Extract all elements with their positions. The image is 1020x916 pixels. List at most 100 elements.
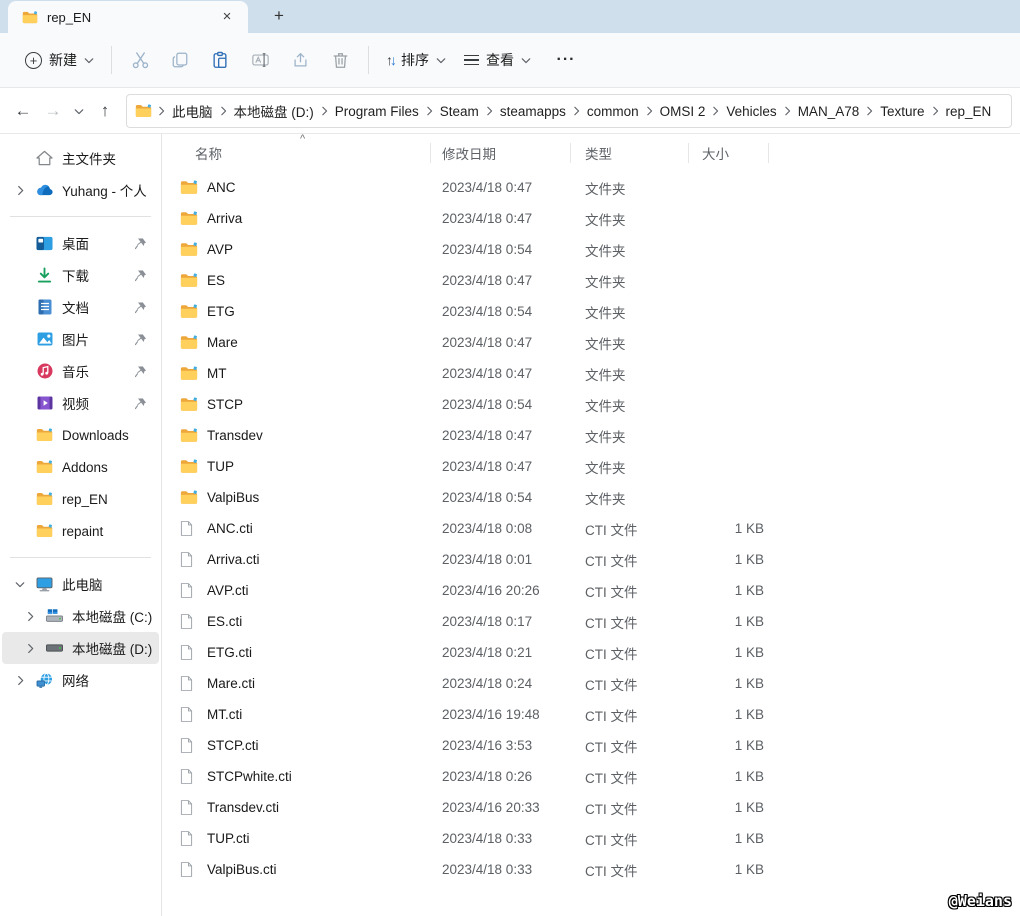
file-row[interactable]: AVP.cti 2023/4/16 20:26 CTI 文件 1 KB bbox=[162, 575, 1020, 606]
sidebar-item-label: Addons bbox=[62, 459, 108, 475]
breadcrumb-chevron-icon[interactable] bbox=[932, 106, 939, 116]
column-resizer[interactable] bbox=[688, 143, 689, 163]
file-row[interactable]: ETG.cti 2023/4/18 0:21 CTI 文件 1 KB bbox=[162, 637, 1020, 668]
sidebar-item-addons[interactable]: Addons bbox=[2, 451, 159, 483]
file-row[interactable]: TUP.cti 2023/4/18 0:33 CTI 文件 1 KB bbox=[162, 823, 1020, 854]
file-row[interactable]: MT 2023/4/18 0:47 文件夹 bbox=[162, 358, 1020, 389]
file-row[interactable]: STCP 2023/4/18 0:54 文件夹 bbox=[162, 389, 1020, 420]
file-row[interactable]: TUP 2023/4/18 0:47 文件夹 bbox=[162, 451, 1020, 482]
breadcrumb-item[interactable]: Program Files bbox=[330, 100, 424, 123]
breadcrumb-chevron-icon[interactable] bbox=[866, 106, 873, 116]
sidebar-item-home[interactable]: 主文件夹 bbox=[2, 142, 159, 174]
sidebar-item-desktop[interactable]: 桌面 bbox=[2, 227, 159, 259]
file-row[interactable]: ES 2023/4/18 0:47 文件夹 bbox=[162, 265, 1020, 296]
copy-button[interactable] bbox=[160, 42, 200, 78]
new-tab-button[interactable]: + bbox=[266, 4, 292, 30]
file-row[interactable]: Mare 2023/4/18 0:47 文件夹 bbox=[162, 327, 1020, 358]
sidebar-item-documents[interactable]: 文档 bbox=[2, 291, 159, 323]
new-button[interactable]: + 新建 bbox=[16, 42, 103, 78]
breadcrumb-chevron-icon[interactable] bbox=[158, 106, 165, 116]
file-row[interactable]: ES.cti 2023/4/18 0:17 CTI 文件 1 KB bbox=[162, 606, 1020, 637]
tab-close-icon[interactable]: × bbox=[216, 6, 238, 28]
up-button[interactable]: ↑ bbox=[90, 96, 120, 126]
breadcrumb-chevron-icon[interactable] bbox=[426, 106, 433, 116]
file-row[interactable]: ANC 2023/4/18 0:47 文件夹 bbox=[162, 172, 1020, 203]
file-row[interactable]: ValpiBus.cti 2023/4/18 0:33 CTI 文件 1 KB bbox=[162, 854, 1020, 885]
paste-button[interactable] bbox=[200, 42, 240, 78]
address-bar[interactable]: 此电脑 本地磁盘 (D:) Program Files Steam steamapps c… bbox=[126, 94, 1012, 128]
view-button[interactable]: 查看 bbox=[455, 42, 540, 78]
sidebar-item-downloads-quick[interactable]: 下载 bbox=[2, 259, 159, 291]
sidebar-item-rep-en[interactable]: rep_EN bbox=[2, 483, 159, 515]
file-row[interactable]: ValpiBus 2023/4/18 0:54 文件夹 bbox=[162, 482, 1020, 513]
more-options-button[interactable]: ··· bbox=[546, 42, 586, 78]
sidebar-item-network[interactable]: 网络 bbox=[2, 664, 159, 696]
rename-button[interactable] bbox=[240, 42, 280, 78]
address-folder-icon bbox=[135, 104, 152, 118]
file-row[interactable]: STCP.cti 2023/4/16 3:53 CTI 文件 1 KB bbox=[162, 730, 1020, 761]
expand-chevron-icon[interactable] bbox=[12, 185, 28, 196]
sort-button[interactable]: ↑↓ 排序 bbox=[377, 42, 455, 78]
sidebar-item-this-pc[interactable]: 此电脑 bbox=[2, 568, 159, 600]
column-header-type[interactable]: 类型 bbox=[570, 143, 688, 163]
navigation-bar: ← → ↑ 此电脑 本地磁盘 (D:) Program Files Steam stea… bbox=[0, 89, 1020, 134]
sidebar-item-drive-d[interactable]: 本地磁盘 (D:) bbox=[2, 632, 159, 664]
file-row[interactable]: STCPwhite.cti 2023/4/18 0:26 CTI 文件 1 KB bbox=[162, 761, 1020, 792]
file-row[interactable]: MT.cti 2023/4/16 19:48 CTI 文件 1 KB bbox=[162, 699, 1020, 730]
file-row[interactable]: Arriva 2023/4/18 0:47 文件夹 bbox=[162, 203, 1020, 234]
breadcrumb-item[interactable]: Steam bbox=[435, 100, 484, 123]
file-row[interactable]: ETG 2023/4/18 0:54 文件夹 bbox=[162, 296, 1020, 327]
breadcrumb-item[interactable]: OMSI 2 bbox=[655, 100, 711, 123]
breadcrumb-item[interactable]: rep_EN bbox=[941, 100, 997, 123]
file-icon bbox=[180, 862, 198, 878]
sidebar-item-onedrive[interactable]: Yuhang - 个人 bbox=[2, 174, 159, 206]
sidebar-item-downloads-folder[interactable]: Downloads bbox=[2, 419, 159, 451]
column-header-size[interactable]: 大小 bbox=[688, 143, 768, 163]
breadcrumb-item[interactable]: steamapps bbox=[495, 100, 571, 123]
sidebar-item-videos[interactable]: 视频 bbox=[2, 387, 159, 419]
cut-button[interactable] bbox=[120, 42, 160, 78]
breadcrumb-item[interactable]: Texture bbox=[875, 100, 929, 123]
breadcrumb-chevron-icon[interactable] bbox=[220, 106, 227, 116]
file-row[interactable]: Transdev 2023/4/18 0:47 文件夹 bbox=[162, 420, 1020, 451]
share-button[interactable] bbox=[280, 42, 320, 78]
file-row[interactable]: ANC.cti 2023/4/18 0:08 CTI 文件 1 KB bbox=[162, 513, 1020, 544]
breadcrumb-chevron-icon[interactable] bbox=[784, 106, 791, 116]
file-row[interactable]: AVP 2023/4/18 0:54 文件夹 bbox=[162, 234, 1020, 265]
column-resizer[interactable] bbox=[768, 143, 769, 163]
expand-chevron-icon[interactable] bbox=[22, 643, 38, 654]
file-icon bbox=[180, 738, 198, 754]
breadcrumb-chevron-icon[interactable] bbox=[646, 106, 653, 116]
explorer-tab[interactable]: rep_EN × bbox=[8, 1, 248, 33]
column-resizer[interactable] bbox=[570, 143, 571, 163]
sidebar-item-music[interactable]: 音乐 bbox=[2, 355, 159, 387]
column-header-date[interactable]: 修改日期 bbox=[430, 143, 570, 163]
expand-chevron-icon[interactable] bbox=[12, 675, 28, 686]
back-button[interactable]: ← bbox=[8, 96, 38, 126]
history-dropdown-button[interactable] bbox=[68, 96, 90, 126]
breadcrumb-item[interactable]: 此电脑 bbox=[167, 97, 218, 125]
collapse-chevron-icon[interactable] bbox=[12, 581, 28, 588]
expand-chevron-icon[interactable] bbox=[22, 611, 38, 622]
breadcrumb-chevron-icon[interactable] bbox=[321, 106, 328, 116]
breadcrumb-item[interactable]: MAN_A78 bbox=[793, 100, 865, 123]
file-row[interactable]: Arriva.cti 2023/4/18 0:01 CTI 文件 1 KB bbox=[162, 544, 1020, 575]
forward-button[interactable]: → bbox=[38, 96, 68, 126]
sidebar-item-pictures[interactable]: 图片 bbox=[2, 323, 159, 355]
sort-ascending-icon: ^ bbox=[300, 133, 306, 145]
drive-d-icon bbox=[46, 640, 63, 657]
delete-button[interactable] bbox=[320, 42, 360, 78]
breadcrumb-item[interactable]: Vehicles bbox=[721, 100, 781, 123]
file-row[interactable]: Transdev.cti 2023/4/16 20:33 CTI 文件 1 KB bbox=[162, 792, 1020, 823]
breadcrumb-item[interactable]: 本地磁盘 (D:) bbox=[229, 97, 319, 125]
breadcrumb-chevron-icon[interactable] bbox=[712, 106, 719, 116]
sidebar-item-repaint[interactable]: repaint bbox=[2, 515, 159, 547]
sidebar-item-label: 视频 bbox=[62, 397, 89, 412]
breadcrumb-item[interactable]: common bbox=[582, 100, 644, 123]
column-header-name[interactable]: 名称 bbox=[180, 143, 430, 163]
column-resizer[interactable] bbox=[430, 143, 431, 163]
sidebar-item-drive-c[interactable]: 本地磁盘 (C:) bbox=[2, 600, 159, 632]
breadcrumb-chevron-icon[interactable] bbox=[486, 106, 493, 116]
breadcrumb-chevron-icon[interactable] bbox=[573, 106, 580, 116]
file-row[interactable]: Mare.cti 2023/4/18 0:24 CTI 文件 1 KB bbox=[162, 668, 1020, 699]
